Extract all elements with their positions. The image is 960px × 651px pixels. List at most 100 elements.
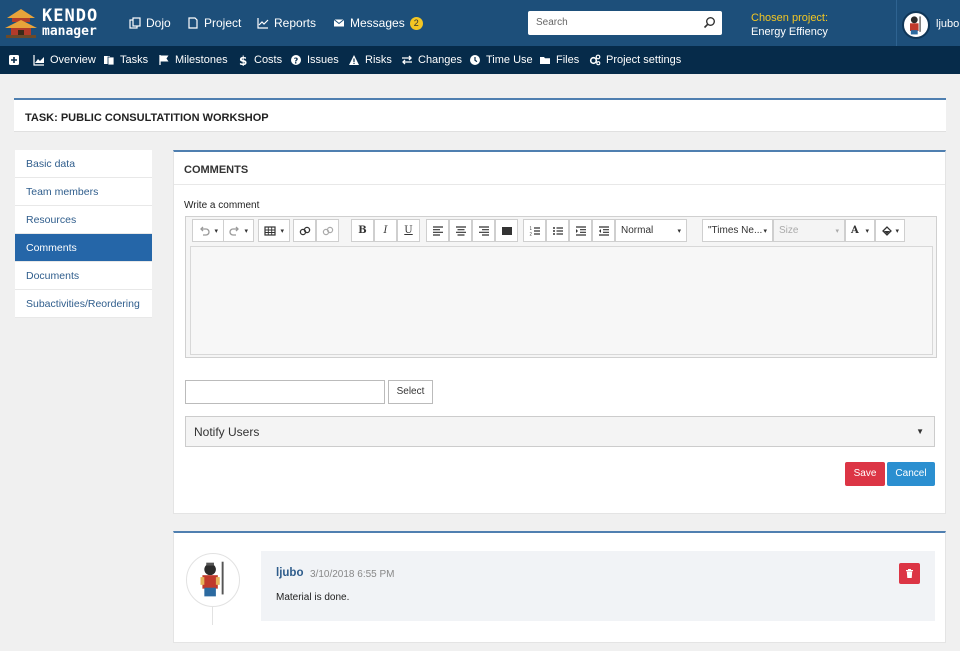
background-color-button[interactable]: ▾ xyxy=(875,219,905,242)
comment-author[interactable]: ljubo xyxy=(276,567,303,579)
file-path-input[interactable] xyxy=(185,380,385,404)
rich-text-editor: ▾ ▾ ▾ B I U 1 2 Normal ▾ "Times Ne... ▾ … xyxy=(185,216,937,358)
exchange-icon xyxy=(402,55,412,65)
comment-item: ljubo 3/10/2018 6:55 PM Material is done… xyxy=(261,551,935,621)
add-button[interactable] xyxy=(8,46,20,74)
sidebar-item-comments[interactable]: Comments xyxy=(15,234,152,262)
subnav-changes-label: Changes xyxy=(418,54,463,66)
nav-dojo[interactable]: Dojo xyxy=(129,0,171,46)
caret-down-icon: ▼ xyxy=(916,427,924,436)
bullet-list-icon xyxy=(552,226,563,235)
subnav-risks[interactable]: Risks xyxy=(348,46,392,74)
folder-icon xyxy=(540,57,550,64)
nav-messages-label: Messages xyxy=(350,16,405,30)
subnav-changes[interactable]: Changes xyxy=(401,46,462,74)
plus-square-icon xyxy=(9,55,19,65)
font-size-select[interactable]: Size ▾ xyxy=(773,219,845,242)
search-icon[interactable] xyxy=(703,16,716,29)
font-family-select[interactable]: "Times Ne... ▾ xyxy=(702,219,773,242)
subnav-overview[interactable]: Overview xyxy=(33,46,96,74)
subnav-time-use[interactable]: Time Use xyxy=(469,46,533,74)
brand-name: KENDO xyxy=(42,6,99,26)
nav-reports[interactable]: Reports xyxy=(257,0,316,46)
indent-icon xyxy=(575,225,586,236)
notify-users-label: Notify Users xyxy=(194,425,260,439)
top-bar: KENDO manager Dojo Project Reports Messa… xyxy=(0,0,960,46)
select-file-button[interactable]: Select xyxy=(388,380,433,404)
justify-icon xyxy=(501,226,512,235)
subnav-files-label: Files xyxy=(556,54,580,66)
undo-icon xyxy=(200,226,210,236)
ordered-list-button[interactable]: 12 xyxy=(523,219,546,242)
brand-logo[interactable]: KENDO manager xyxy=(2,4,110,42)
brand-subtitle: manager xyxy=(42,24,97,39)
comments-title: COMMENTS xyxy=(184,164,249,176)
subnav-project-settings[interactable]: Project settings xyxy=(589,46,681,74)
subnav-milestones[interactable]: Milestones xyxy=(158,46,228,74)
nav-messages[interactable]: Messages 2 xyxy=(333,0,423,46)
comment-editor-area[interactable] xyxy=(190,246,933,355)
delete-comment-button[interactable] xyxy=(899,563,920,584)
chevron-down-icon: ▾ xyxy=(865,226,869,235)
font-family-select-value: "Times Ne... xyxy=(708,225,763,236)
ordered-list-icon: 12 xyxy=(529,226,540,236)
svg-text:1: 1 xyxy=(529,226,532,231)
comment-text: Material is done. xyxy=(276,592,350,603)
nav-project[interactable]: Project xyxy=(187,0,241,46)
font-color-button[interactable]: A ▾ xyxy=(845,219,875,242)
clock-icon xyxy=(470,55,480,65)
undo-button[interactable]: ▾ xyxy=(192,219,224,242)
task-sidebar: Basic data Team members Resources Commen… xyxy=(15,150,152,318)
flag-icon xyxy=(159,55,169,65)
subnav-issues[interactable]: ? Issues xyxy=(290,46,339,74)
chosen-project-label: Chosen project: xyxy=(751,12,829,24)
format-select[interactable]: Normal ▾ xyxy=(615,219,687,242)
subnav-tasks[interactable]: Tasks xyxy=(103,46,148,74)
chevron-down-icon: ▾ xyxy=(763,227,767,235)
search-input[interactable]: Search xyxy=(528,11,722,35)
nav-project-label: Project xyxy=(204,16,242,30)
comment-date: 3/10/2018 6:55 PM xyxy=(310,569,395,580)
messages-count-badge: 2 xyxy=(409,16,423,30)
subnav-time-use-label: Time Use xyxy=(486,54,533,66)
sidebar-item-documents[interactable]: Documents xyxy=(15,262,152,290)
underline-button[interactable]: U xyxy=(397,219,420,242)
subnav-tasks-label: Tasks xyxy=(120,54,149,66)
insert-link-button[interactable] xyxy=(293,219,316,242)
align-center-button[interactable] xyxy=(449,219,472,242)
sidebar-item-team-members[interactable]: Team members xyxy=(15,178,152,206)
svg-text:$: $ xyxy=(239,54,247,66)
font-size-placeholder: Size xyxy=(779,225,799,236)
indent-button[interactable] xyxy=(569,219,592,242)
align-right-button[interactable] xyxy=(472,219,495,242)
redo-icon xyxy=(229,226,239,236)
user-name[interactable]: ljubo xyxy=(936,18,959,30)
write-comment-label: Write a comment xyxy=(184,200,260,211)
justify-button[interactable] xyxy=(495,219,518,242)
save-button[interactable]: Save xyxy=(845,462,885,486)
sidebar-item-basic-data[interactable]: Basic data xyxy=(15,150,152,178)
italic-button[interactable]: I xyxy=(374,219,397,242)
cancel-button[interactable]: Cancel xyxy=(887,462,935,486)
cogs-icon xyxy=(589,54,601,66)
outdent-button[interactable] xyxy=(592,219,615,242)
chosen-project[interactable]: Chosen project: Energy Effiency xyxy=(751,11,828,39)
paint-bucket-icon xyxy=(882,225,892,236)
redo-button[interactable]: ▾ xyxy=(223,219,254,242)
subnav-files[interactable]: Files xyxy=(539,46,579,74)
subnav-costs[interactable]: $ Costs xyxy=(237,46,282,74)
subnav-milestones-label: Milestones xyxy=(175,54,228,66)
table-button[interactable]: ▾ xyxy=(258,219,290,242)
svg-text:2: 2 xyxy=(529,231,532,236)
user-avatar[interactable] xyxy=(902,11,930,39)
unordered-list-button[interactable] xyxy=(546,219,569,242)
sidebar-item-resources[interactable]: Resources xyxy=(15,206,152,234)
sidebar-item-subactivities[interactable]: Subactivities/Reordering xyxy=(15,290,152,318)
bold-button[interactable]: B xyxy=(351,219,374,242)
notify-users-dropdown[interactable]: Notify Users ▼ xyxy=(185,416,935,447)
unlink-button[interactable] xyxy=(316,219,339,242)
project-subnav: Overview Tasks Milestones $ Costs ? Issu… xyxy=(0,46,960,74)
dollar-icon: $ xyxy=(239,54,247,66)
envelope-icon xyxy=(333,19,345,27)
align-left-button[interactable] xyxy=(426,219,449,242)
